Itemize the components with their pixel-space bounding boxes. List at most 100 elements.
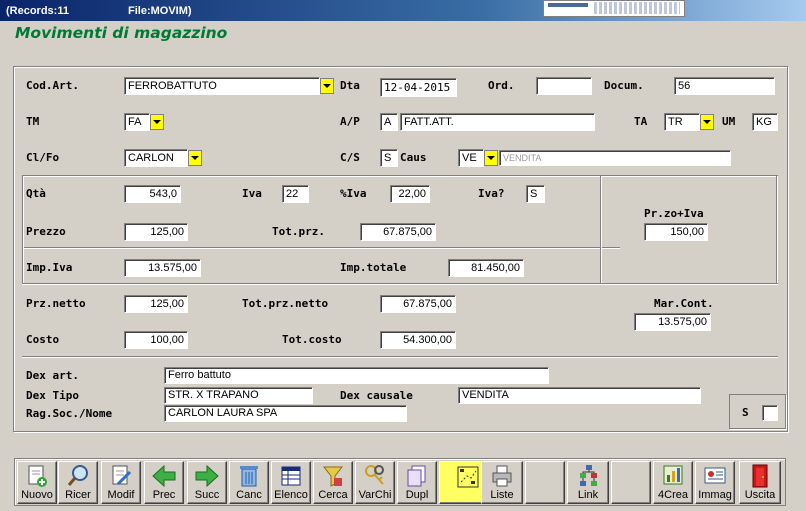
arrow-right-icon xyxy=(194,464,220,488)
nuovo-button[interactable]: Nuovo xyxy=(17,461,57,504)
liste-button[interactable]: Liste xyxy=(481,461,523,504)
iva-q-field[interactable]: S xyxy=(526,185,545,203)
cod-art-dropdown[interactable] xyxy=(320,78,334,94)
perc-iva-field[interactable]: 22,00 xyxy=(390,185,430,203)
canc-label: Canc xyxy=(236,489,262,501)
docum-label: Docum. xyxy=(604,79,644,92)
empty-button[interactable] xyxy=(525,461,565,504)
varchi-button[interactable]: VarChi xyxy=(355,461,395,504)
chevron-down-icon xyxy=(191,156,199,160)
iva-label: Iva xyxy=(242,187,262,200)
divider xyxy=(22,356,778,358)
iva-q-label: Iva? xyxy=(478,187,505,200)
chevron-down-icon xyxy=(487,156,495,160)
mar-cont-field[interactable]: 13.575,00 xyxy=(634,313,711,331)
docum-field[interactable]: 56 xyxy=(674,77,775,95)
divider xyxy=(776,176,778,283)
filter-icon xyxy=(320,464,346,488)
costo-field[interactable]: 100,00 xyxy=(124,331,188,349)
ap-code-field[interactable]: A xyxy=(380,113,398,131)
caus-field[interactable]: VE xyxy=(458,149,484,167)
uscita-button[interactable]: Uscita xyxy=(739,461,781,504)
canc-button[interactable]: Canc xyxy=(229,461,269,504)
file-name: File:MOVIM) xyxy=(128,4,192,17)
dta-label: Dta xyxy=(340,79,360,92)
toolbar: Nuovo Ricer Modif Prec Succ Canc Elenco … xyxy=(14,458,786,506)
link-label: Link xyxy=(577,489,599,501)
imp-iva-field[interactable]: 13.575,00 xyxy=(124,259,201,277)
dex-tipo-field[interactable]: STR. X TRAPANO xyxy=(164,387,313,404)
divider xyxy=(22,247,620,249)
iva-field[interactable]: 22 xyxy=(282,185,309,203)
flowchart-icon xyxy=(455,465,481,489)
ta-label: TA xyxy=(634,115,648,128)
perc-iva-label: %Iva xyxy=(340,187,367,200)
dex-tipo-label: Dex Tipo xyxy=(26,389,79,402)
divider xyxy=(22,283,778,285)
ricer-button[interactable]: Ricer xyxy=(58,461,98,504)
link-tree-icon xyxy=(575,464,601,488)
dta-field[interactable]: 12-04-2015 xyxy=(380,78,457,97)
immag-label: Immag xyxy=(698,489,732,501)
dupl-label: Dupl xyxy=(405,489,429,501)
cod-art-field[interactable]: FERROBATTUTO xyxy=(124,77,320,95)
list-table-icon xyxy=(278,464,304,488)
imp-totale-field[interactable]: 81.450,00 xyxy=(448,259,524,277)
ap-desc-field[interactable]: FATT.ATT. xyxy=(400,113,595,131)
qta-label: Qtà xyxy=(26,187,46,200)
cerca-button[interactable]: Cerca xyxy=(313,461,353,504)
dupl-button[interactable]: Dupl xyxy=(397,461,437,504)
um-field[interactable]: KG xyxy=(752,113,778,131)
cod-art-label: Cod.Art. xyxy=(26,79,79,92)
qta-field[interactable]: 543,0 xyxy=(124,185,181,203)
empty-button[interactable] xyxy=(611,461,651,504)
caus-dropdown[interactable] xyxy=(484,150,498,166)
dex-causale-label: Dex causale xyxy=(340,389,413,402)
modif-label: Modif xyxy=(107,489,135,501)
crea-button[interactable]: 4Crea xyxy=(653,461,693,504)
dex-causale-field[interactable]: VENDITA xyxy=(458,387,701,404)
tot-costo-label: Tot.costo xyxy=(282,333,342,346)
succ-button[interactable]: Succ xyxy=(187,461,227,504)
liste-label: Liste xyxy=(490,489,514,501)
ap-label: A/P xyxy=(340,115,360,128)
prz-netto-field[interactable]: 125,00 xyxy=(124,295,188,313)
tot-prz-netto-field[interactable]: 67.875,00 xyxy=(380,295,456,313)
tot-prz-field[interactable]: 67.875,00 xyxy=(360,223,436,241)
arrow-left-icon xyxy=(151,464,177,488)
dex-art-field[interactable]: Ferro battuto xyxy=(164,367,549,384)
ricer-label: Ricer xyxy=(65,489,91,501)
mar-cont-label: Mar.Cont. xyxy=(654,297,714,310)
magnifier-icon xyxy=(65,464,91,488)
create-chart-icon xyxy=(660,464,686,488)
divider xyxy=(600,176,602,283)
prezzo-field[interactable]: 125,00 xyxy=(124,223,188,241)
s-label: S xyxy=(742,406,749,419)
prec-label: Prec xyxy=(152,489,176,501)
imp-totale-label: Imp.totale xyxy=(340,261,407,274)
ta-dropdown[interactable] xyxy=(700,114,714,130)
divider xyxy=(22,176,24,283)
tm-field[interactable]: FA xyxy=(124,113,150,131)
link-button[interactable]: Link xyxy=(567,461,609,504)
modif-button[interactable]: Modif xyxy=(101,461,141,504)
ord-field[interactable] xyxy=(536,77,592,95)
rag-soc-field[interactable]: CARLON LAURA SPA xyxy=(164,405,407,422)
immag-button[interactable]: Immag xyxy=(695,461,735,504)
clfo-dropdown[interactable] xyxy=(188,150,202,166)
przo-iva-field[interactable]: 150,00 xyxy=(644,223,708,241)
edit-document-icon xyxy=(108,464,134,488)
ta-field[interactable]: TR xyxy=(664,113,700,131)
s-checkbox[interactable] xyxy=(762,405,778,421)
tm-dropdown[interactable] xyxy=(150,114,164,130)
clfo-field[interactable]: CARLON xyxy=(124,149,188,167)
exit-door-icon xyxy=(747,464,773,488)
cs-field[interactable]: S xyxy=(380,149,398,167)
chevron-down-icon xyxy=(703,120,711,124)
elenco-button[interactable]: Elenco xyxy=(271,461,311,504)
divider xyxy=(22,175,778,177)
tm-label: TM xyxy=(26,115,40,128)
varchi-label: VarChi xyxy=(358,489,392,501)
prec-button[interactable]: Prec xyxy=(144,461,184,504)
tot-costo-field[interactable]: 54.300,00 xyxy=(380,331,456,349)
